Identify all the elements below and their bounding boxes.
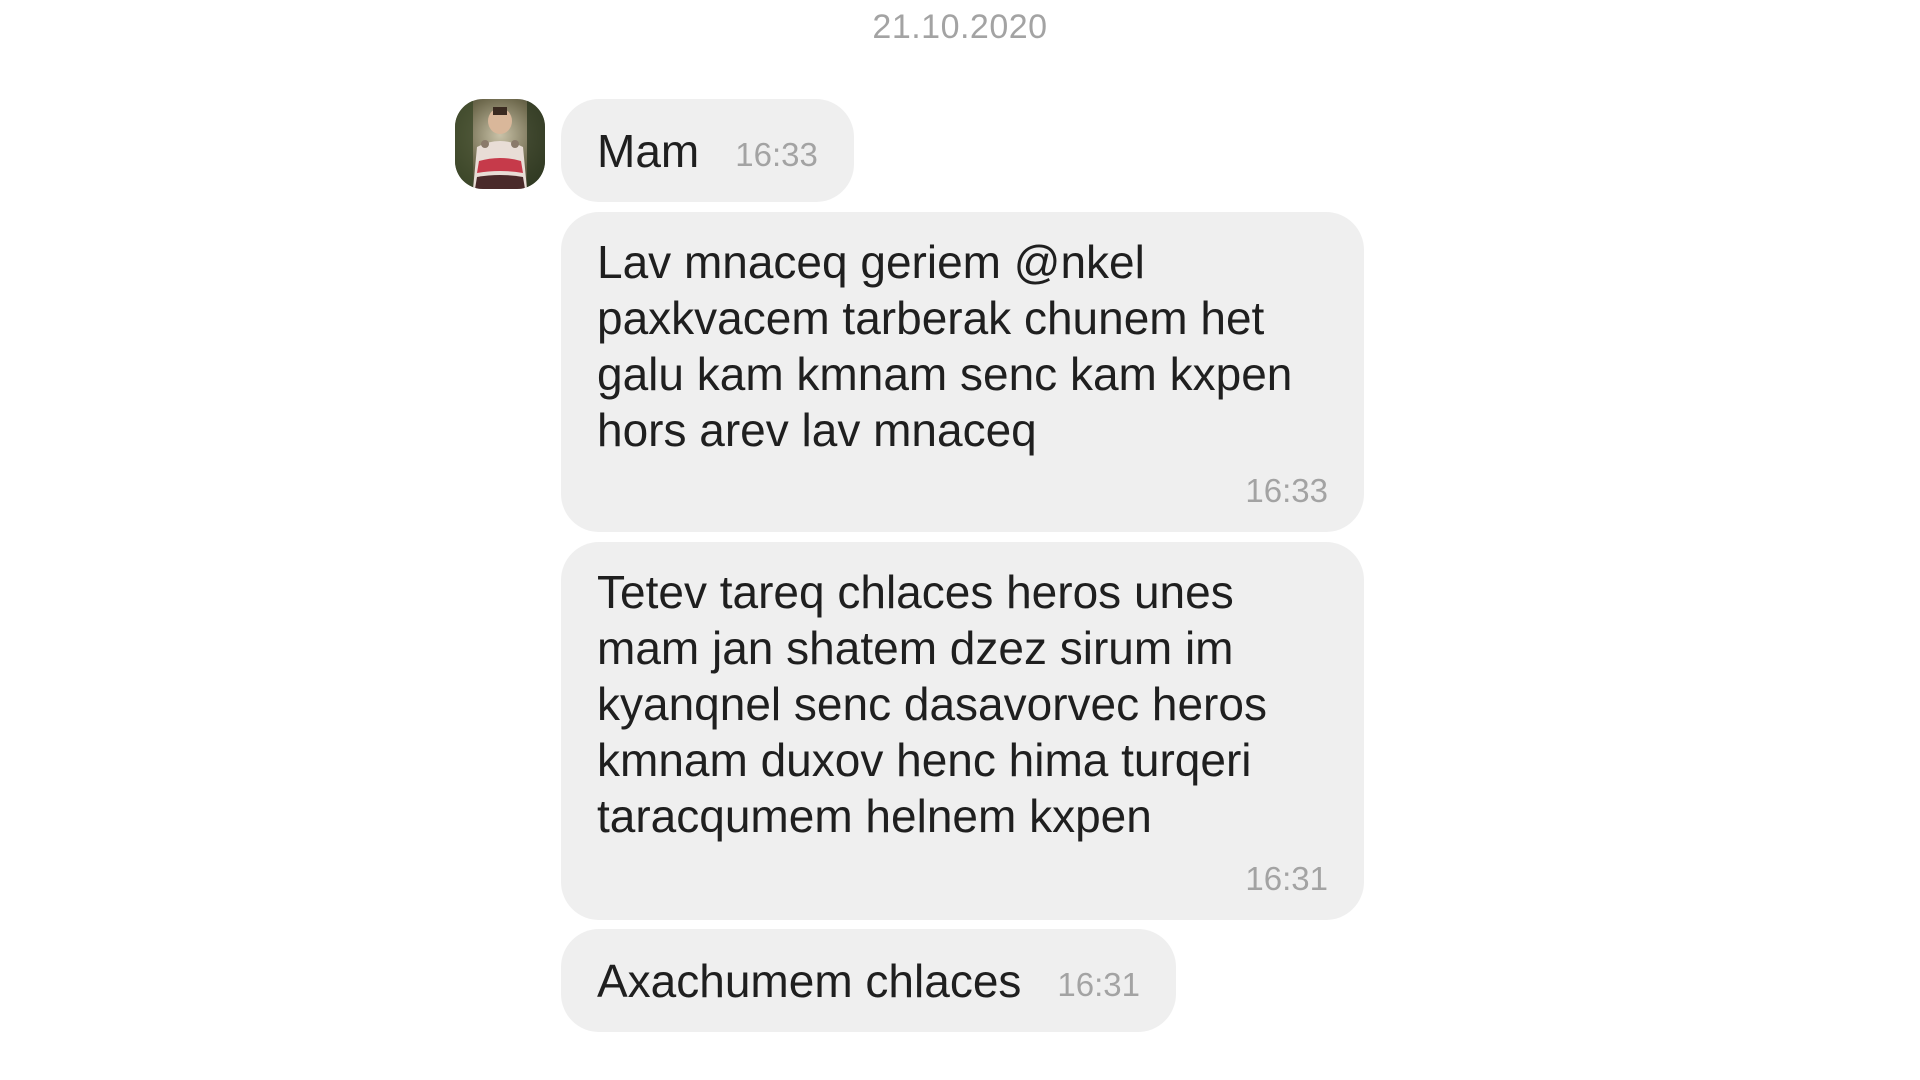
message-bubble[interactable]: Lav mnaceq geriem @nkel paxkvacem tarber… bbox=[561, 212, 1364, 532]
message-time: 16:31 bbox=[1245, 860, 1328, 897]
avatar-photo-icon bbox=[455, 99, 545, 189]
message-time: 16:33 bbox=[735, 135, 818, 173]
message-bubble[interactable]: Mam 16:33 bbox=[561, 99, 854, 202]
message-text: Tetev tareq chlaces heros unes mam jan s… bbox=[597, 566, 1267, 842]
message-time: 16:33 bbox=[1245, 472, 1328, 509]
message-bubble[interactable]: Axachumem chlaces 16:31 bbox=[561, 929, 1176, 1032]
sender-avatar[interactable] bbox=[455, 99, 545, 189]
message-bubble[interactable]: Tetev tareq chlaces heros unes mam jan s… bbox=[561, 542, 1364, 920]
message-text: Axachumem chlaces bbox=[597, 954, 1022, 1007]
message-text: Lav mnaceq geriem @nkel paxkvacem tarber… bbox=[597, 236, 1293, 456]
message-text: Mam bbox=[597, 124, 700, 177]
date-separator: 21.10.2020 bbox=[872, 8, 1048, 46]
chat-view: 21.10.2020 Mam 16:33 Lav mnaceq geriem @… bbox=[0, 0, 1920, 1080]
message-time: 16:31 bbox=[1057, 965, 1140, 1003]
